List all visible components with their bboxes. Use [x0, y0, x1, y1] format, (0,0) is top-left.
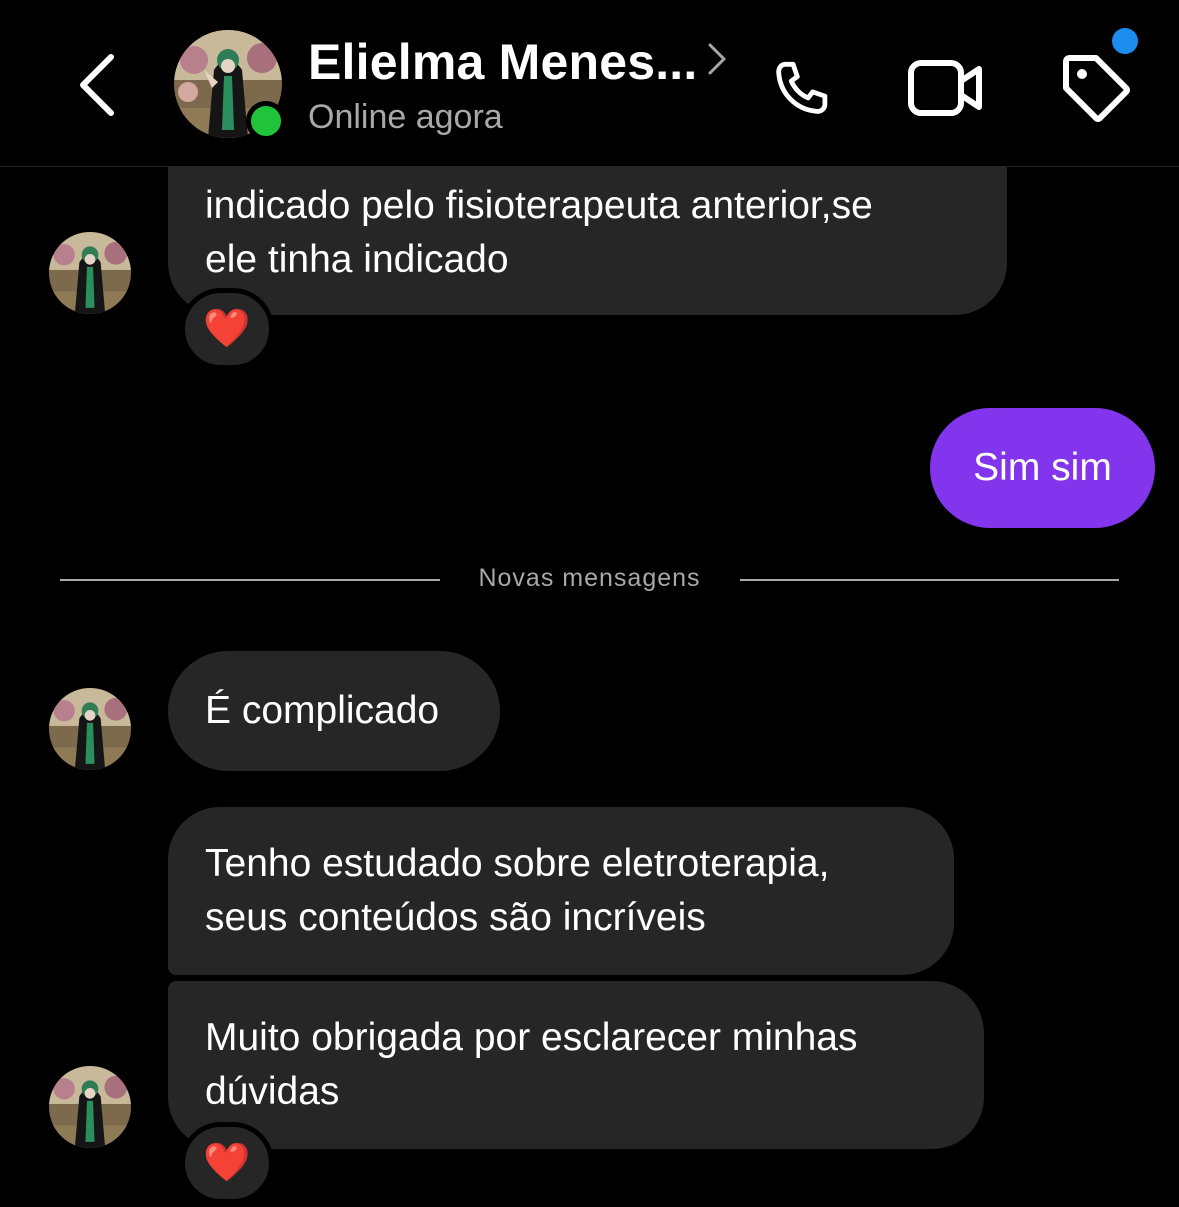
call-button[interactable] [760, 48, 840, 128]
message-bubble-incoming[interactable]: Muito obrigada por esclarecer minhas dúv… [168, 981, 984, 1149]
sender-avatar[interactable] [49, 232, 131, 314]
heart-icon: ❤️ [203, 308, 251, 350]
message-bubble-outgoing[interactable]: Sim sim [930, 408, 1155, 528]
message-text-line: Muito obrigada por esclarecer minhas [205, 1016, 858, 1059]
tag-button[interactable] [1052, 46, 1136, 130]
sender-avatar[interactable] [49, 688, 131, 770]
message-text-line: dúvidas [205, 1070, 340, 1113]
message-bubble-incoming[interactable]: É complicado [168, 651, 500, 771]
new-messages-label: Novas mensagens [478, 564, 701, 592]
message-text: Sim sim [973, 446, 1112, 489]
chevron-right-icon[interactable] [706, 42, 728, 81]
message-thread[interactable]: indicado pelo fisioterapeuta anterior,se… [0, 167, 1179, 1207]
back-button[interactable] [62, 40, 132, 130]
message-text-line: indicado pelo fisioterapeuta anterior,se [205, 184, 873, 227]
chat-header: Elielma Menes... Online agora [0, 0, 1179, 167]
message-text-line: ele tinha indicado [205, 238, 509, 281]
video-camera-icon [908, 60, 982, 116]
message-text-line: seus conteúdos são incríveis [205, 896, 706, 939]
video-call-button[interactable] [900, 48, 990, 128]
contact-name[interactable]: Elielma Menes... [308, 33, 697, 91]
message-bubble-incoming[interactable]: indicado pelo fisioterapeuta anterior,se… [168, 167, 1007, 315]
contact-status: Online agora [308, 98, 503, 136]
heart-reaction[interactable]: ❤️ [180, 1122, 274, 1204]
message-text: É complicado [205, 689, 440, 732]
notification-dot [1112, 28, 1138, 54]
tag-icon [1063, 55, 1130, 122]
online-status-dot [246, 101, 286, 141]
chevron-left-icon [80, 54, 114, 116]
sender-avatar[interactable] [49, 1066, 131, 1148]
message-bubble-incoming[interactable]: Tenho estudado sobre eletroterapia, seus… [168, 807, 954, 975]
heart-reaction[interactable]: ❤️ [180, 288, 274, 370]
phone-icon [776, 61, 828, 114]
heart-icon: ❤️ [203, 1142, 251, 1184]
message-text-line: Tenho estudado sobre eletroterapia, [205, 842, 830, 885]
